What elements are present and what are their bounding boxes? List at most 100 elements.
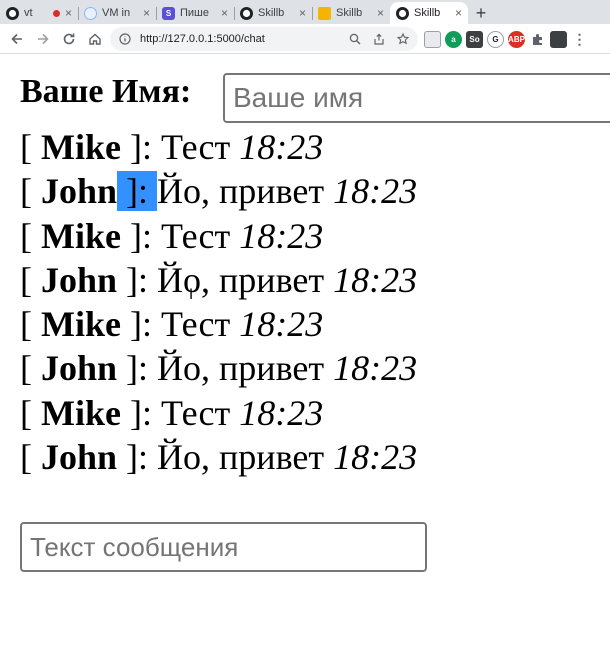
share-icon[interactable] [370,30,388,48]
recording-indicator-icon [52,9,60,17]
message: [ John ]: Йо, привет 18:23 [20,169,417,213]
message-text: Тест [160,392,240,433]
info-icon[interactable] [116,30,134,48]
message: [ John ]: Йо, привет 18:23 [20,258,417,302]
message-time: 18:23 [239,127,324,167]
bracket-open: [ [20,392,41,433]
forward-button[interactable] [30,26,56,52]
bracket-close: ]: [120,304,161,345]
profile-avatar-icon[interactable] [550,30,567,48]
message-time: 18:23 [239,304,324,345]
message: [ Mike ]: Тест 18:23 [20,302,417,346]
message: [ Mike ]: Тест 18:23 [20,125,417,169]
browser-tab-4[interactable]: Skillb × [234,2,312,24]
extension-a-icon[interactable]: a [445,30,462,48]
bookmark-star-icon[interactable] [394,30,412,48]
bracket-open: [ [20,215,41,256]
reload-button[interactable] [56,26,82,52]
message-text: Тест [160,127,240,167]
new-tab-button[interactable]: + [468,2,494,24]
message: [ John ]: Йо, привет 18:23 [20,435,417,479]
message: [ Mike ]: Тест 18:23 [20,214,417,258]
bracket-close: ]: [117,348,158,389]
chat-page: Ваше Имя: [ Mike ]: Тест 18:23 [ John ]:… [0,55,610,650]
message-time: 18:23 [239,215,324,256]
bracket-close: ]: [120,127,161,167]
bracket-close: ]: [117,437,158,478]
puzzle-icon[interactable] [529,31,546,48]
text-cursor-icon: I [189,287,194,303]
browser-tab-5[interactable]: Skillb × [312,2,390,24]
close-icon[interactable]: × [221,6,228,20]
home-button[interactable] [82,26,108,52]
github-icon [240,6,253,20]
name-input[interactable] [223,73,610,123]
extension-g-icon[interactable]: G [487,30,504,48]
bracket-close: ]: [120,392,161,433]
message-text: Йо, привет [157,259,334,300]
bracket-open: [ [20,348,41,389]
github-icon [6,6,19,20]
extension-icon[interactable] [424,30,441,48]
tab-title: vt [24,7,33,19]
extension-so-icon[interactable]: So [466,30,483,48]
tab-title: Skillb [414,7,441,19]
arrow-left-icon [11,33,22,44]
name-label: Ваше Имя: [20,73,192,110]
message-user: John [41,259,118,300]
url-text[interactable]: http://127.0.0.1:5000/chat [140,33,340,45]
tab-title: VM in [102,7,131,19]
close-icon[interactable]: × [299,6,306,20]
message-user: Mike [41,392,121,433]
bracket-close: ]: [117,259,158,300]
bracket-open: [ [20,304,41,345]
arrow-right-icon [38,33,49,44]
message-text: Йо, привет [157,171,334,212]
tab-title: Skillb [258,7,285,19]
message-text: Йо, привет [157,437,334,478]
browser-tab-1[interactable]: vt × [0,2,78,24]
message-input[interactable] [20,522,427,572]
bracket-open: [ [20,171,41,212]
back-button[interactable] [4,26,30,52]
message-user: Mike [41,304,121,345]
message-user: John [41,348,118,389]
bracket-open: [ [20,437,41,478]
browser-tab-3[interactable]: S Пише × [156,2,234,24]
bracket-open: [ [20,127,41,167]
folder-icon [318,6,331,20]
github-icon [396,6,409,20]
browser-toolbar: http://127.0.0.1:5000/chat a So G ABP ⋮ [0,24,610,54]
close-icon[interactable]: × [65,6,72,20]
message-text: Тест [160,215,240,256]
tab-title: Skillb [336,7,363,19]
menu-kebab-icon[interactable]: ⋮ [571,31,588,48]
message-user: Mike [41,215,121,256]
message-list: [ Mike ]: Тест 18:23 [ John ]: Йо, приве… [20,125,417,479]
message-text: Йо, привет [157,348,334,389]
message: [ Mike ]: Тест 18:23 [20,391,417,435]
bracket-close-selected: ]: [117,171,158,212]
message-time: 18:23 [333,437,418,478]
home-icon [89,33,101,45]
message-user: John [41,171,118,212]
browser-tab-6-active[interactable]: Skillb × [390,2,468,24]
tab-title: Пише [180,7,209,19]
close-icon[interactable]: × [143,6,150,20]
s-icon: S [162,6,175,20]
message-user: Mike [41,127,121,167]
message-time: 18:23 [333,348,418,389]
extensions-area: a So G ABP ⋮ [424,28,588,50]
vm-icon [84,6,97,20]
message-time: 18:23 [239,392,324,433]
reload-icon [63,33,75,44]
tab-strip: vt × VM in × S Пише × Skillb × Skillb × … [0,0,610,24]
browser-tab-2[interactable]: VM in × [78,2,156,24]
close-icon[interactable]: × [455,6,462,20]
zoom-icon[interactable] [346,30,364,48]
message: [ John ]: Йо, привет 18:23 [20,346,417,390]
close-icon[interactable]: × [377,6,384,20]
address-bar[interactable]: http://127.0.0.1:5000/chat [110,27,418,51]
bracket-close: ]: [120,215,161,256]
adblock-icon[interactable]: ABP [508,30,525,48]
